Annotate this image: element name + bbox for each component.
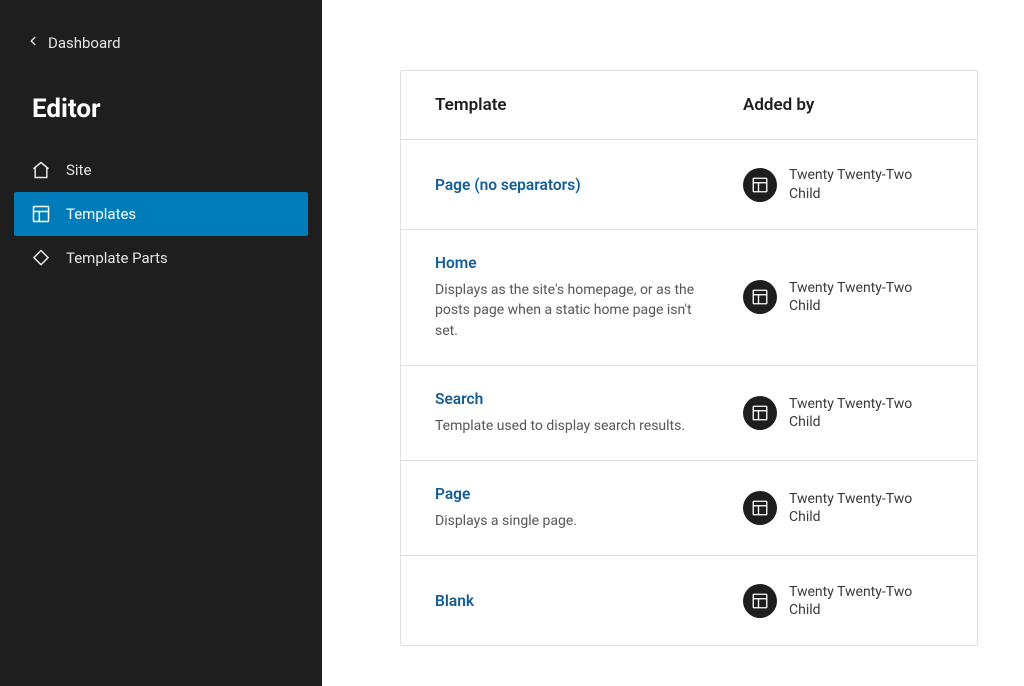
theme-icon: [743, 280, 777, 314]
diamond-icon: [30, 247, 52, 269]
table-row: Page (no separators) Twenty Twenty-Two C…: [401, 139, 977, 229]
table-row: Search Template used to display search r…: [401, 365, 977, 460]
sidebar-item-site[interactable]: Site: [14, 148, 308, 192]
template-link[interactable]: Blank: [435, 592, 474, 610]
table-row: Page Displays a single page. Twenty Twen…: [401, 460, 977, 555]
col-template: Template: [435, 95, 743, 115]
template-link[interactable]: Search: [435, 390, 483, 408]
added-by-label: Twenty Twenty-Two Child: [789, 279, 943, 315]
template-description: Displays as the site's homepage, or as t…: [435, 280, 705, 341]
sidebar-item-label: Site: [66, 161, 91, 179]
template-description: Displays a single page.: [435, 511, 705, 531]
table-header: Template Added by: [401, 71, 977, 139]
added-by-label: Twenty Twenty-Two Child: [789, 583, 943, 619]
layout-icon: [30, 203, 52, 225]
added-by-label: Twenty Twenty-Two Child: [789, 395, 943, 431]
col-added-by: Added by: [743, 95, 943, 115]
template-cell: Page (no separators): [435, 176, 723, 194]
template-cell: Home Displays as the site's homepage, or…: [435, 254, 723, 341]
back-label: Dashboard: [48, 34, 121, 52]
template-link[interactable]: Home: [435, 254, 477, 272]
template-cell: Page Displays a single page.: [435, 485, 723, 531]
template-cell: Blank: [435, 592, 723, 610]
back-to-dashboard[interactable]: Dashboard: [0, 24, 322, 62]
sidebar-item-label: Templates: [66, 205, 136, 223]
template-link[interactable]: Page (no separators): [435, 176, 581, 194]
theme-icon: [743, 168, 777, 202]
template-link[interactable]: Page: [435, 485, 470, 503]
added-by-label: Twenty Twenty-Two Child: [789, 166, 943, 202]
chevron-left-icon: [26, 34, 40, 52]
theme-icon: [743, 396, 777, 430]
added-by-cell: Twenty Twenty-Two Child: [743, 490, 943, 526]
sidebar: Dashboard Editor Site Templates Template…: [0, 0, 322, 686]
table-row: Home Displays as the site's homepage, or…: [401, 229, 977, 365]
added-by-cell: Twenty Twenty-Two Child: [743, 395, 943, 431]
added-by-cell: Twenty Twenty-Two Child: [743, 583, 943, 619]
template-cell: Search Template used to display search r…: [435, 390, 723, 436]
page-title: Editor: [0, 62, 322, 148]
theme-icon: [743, 491, 777, 525]
sidebar-item-template-parts[interactable]: Template Parts: [14, 236, 308, 280]
sidebar-item-templates[interactable]: Templates: [14, 192, 308, 236]
added-by-cell: Twenty Twenty-Two Child: [743, 279, 943, 315]
sidebar-nav: Site Templates Template Parts: [0, 148, 322, 280]
sidebar-item-label: Template Parts: [66, 249, 168, 267]
templates-table: Template Added by Page (no separators) T…: [400, 70, 978, 646]
added-by-label: Twenty Twenty-Two Child: [789, 490, 943, 526]
home-icon: [30, 159, 52, 181]
added-by-cell: Twenty Twenty-Two Child: [743, 166, 943, 202]
table-row: Blank Twenty Twenty-Two Child: [401, 555, 977, 645]
theme-icon: [743, 584, 777, 618]
template-description: Template used to display search results.: [435, 416, 705, 436]
main-content: Template Added by Page (no separators) T…: [322, 0, 1024, 686]
